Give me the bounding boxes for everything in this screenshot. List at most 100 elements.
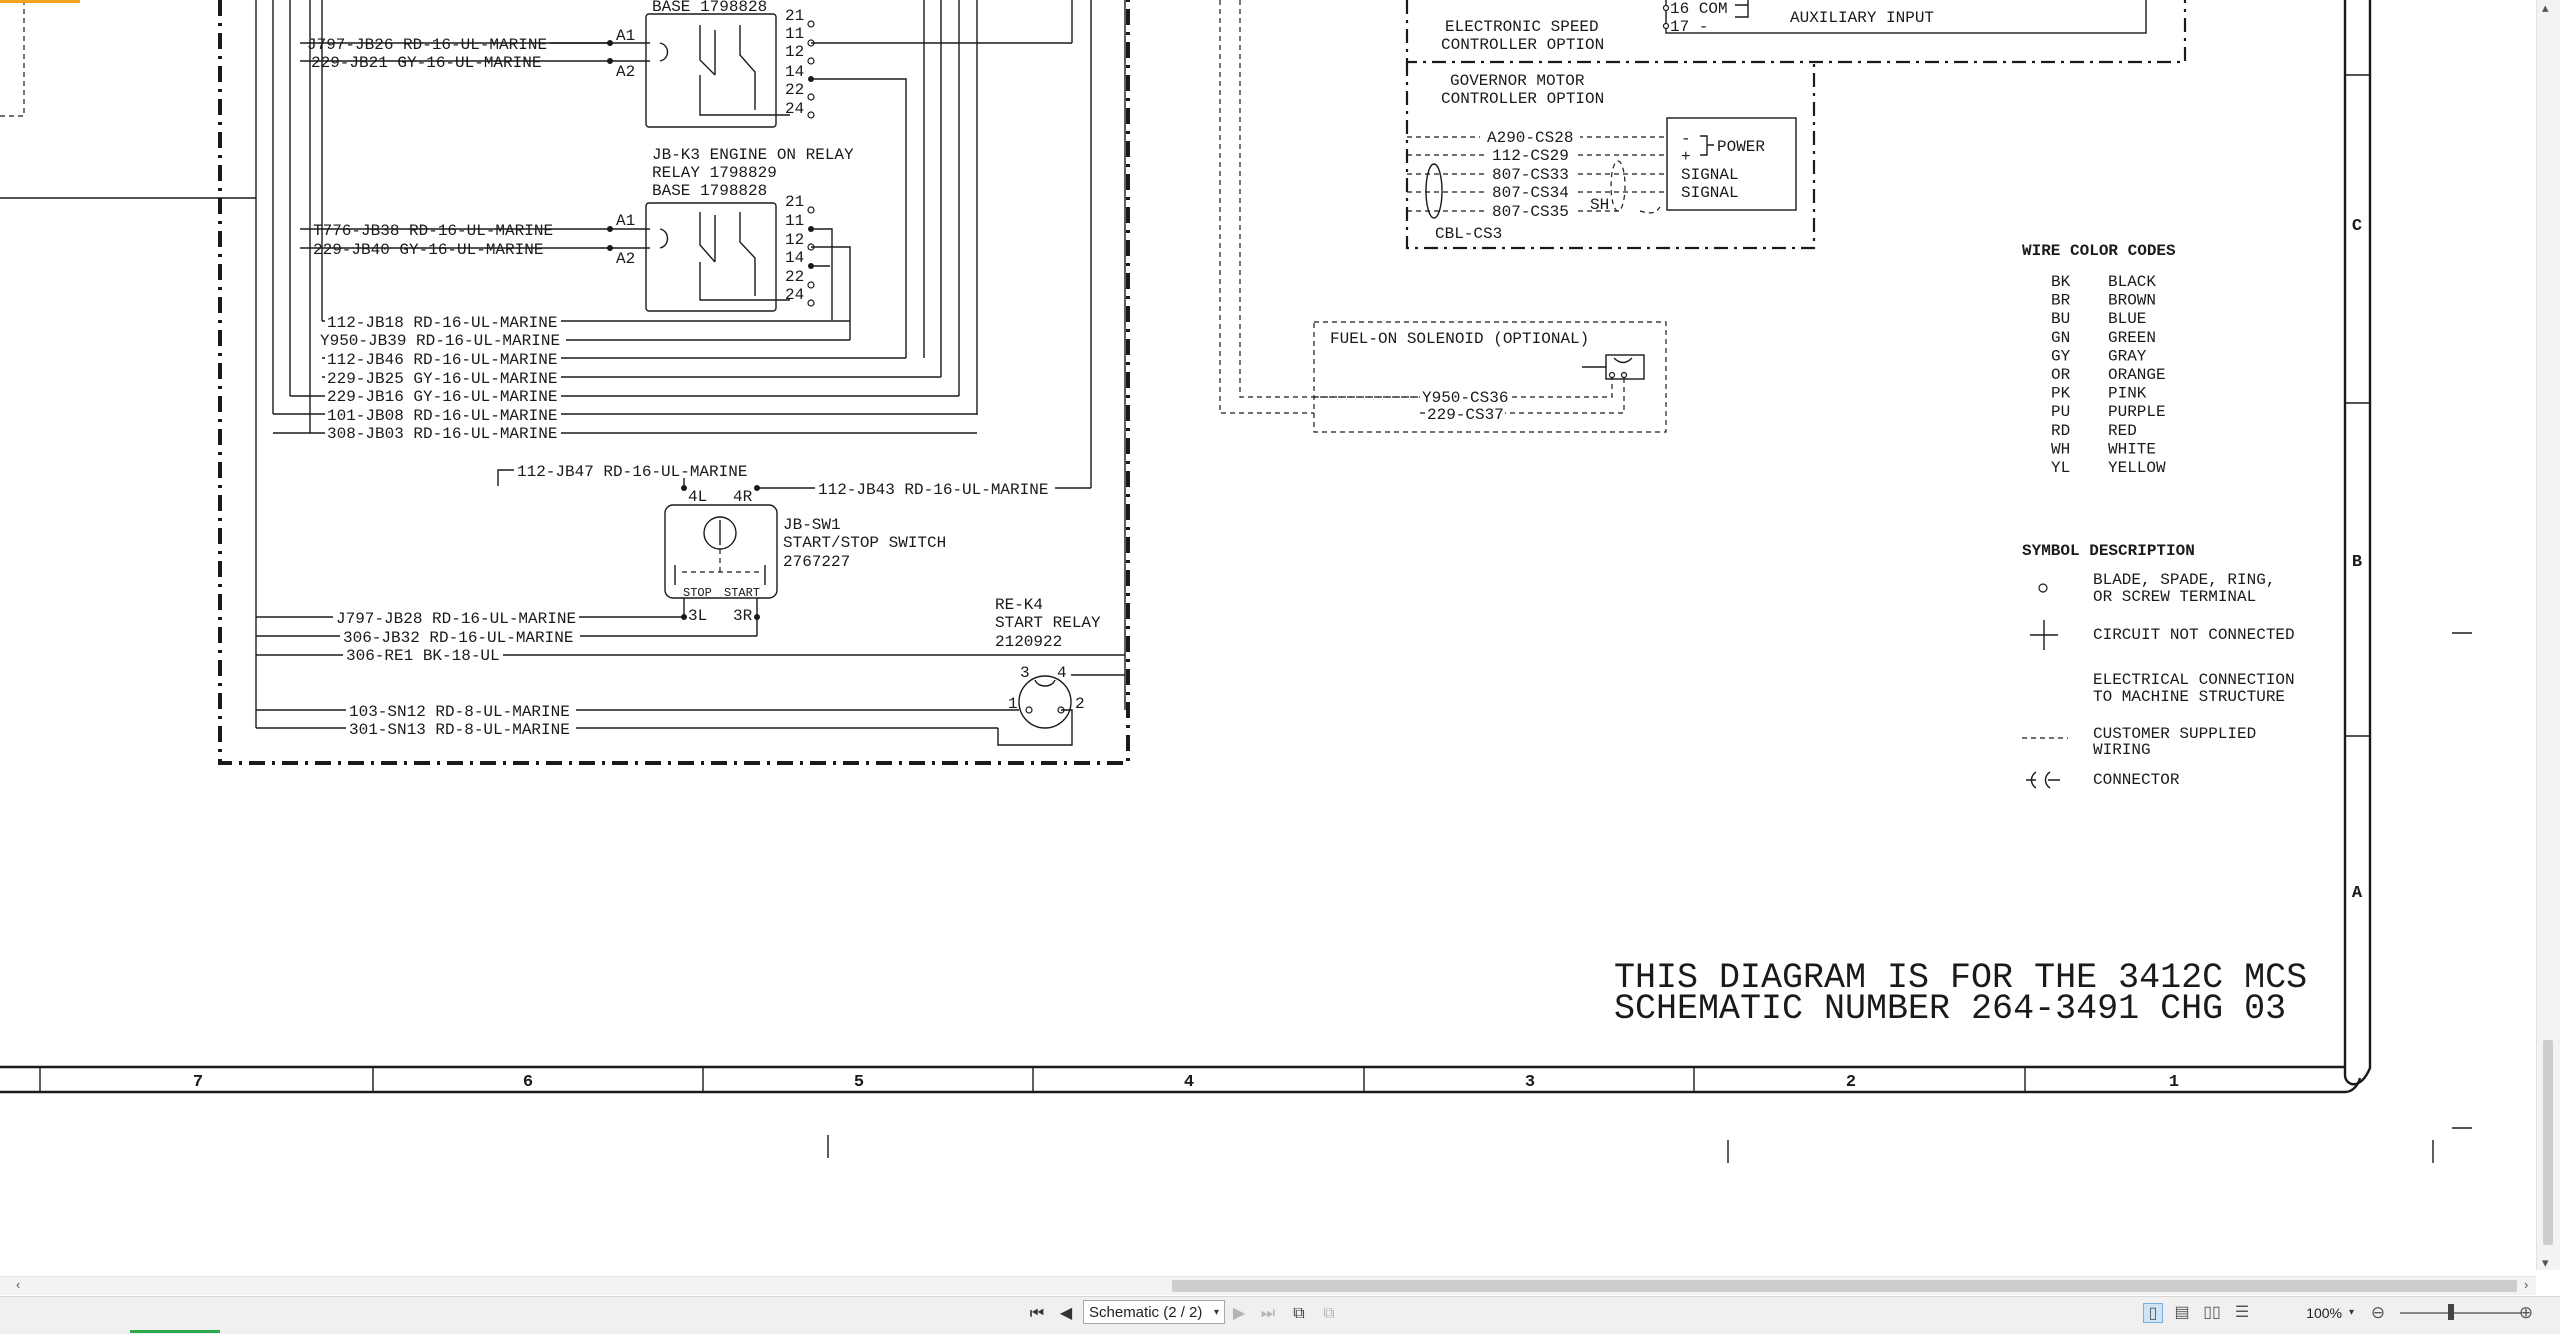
horizontal-scroll-thumb[interactable] [1172, 1280, 2517, 1292]
speed-controller-label: ELECTRONIC SPEED [1445, 18, 1599, 36]
speed-controller-label: CONTROLLER OPTION [1441, 36, 1604, 54]
governor-shield-label: SH [1590, 196, 1609, 214]
row-label: C [2352, 217, 2362, 236]
color-name: BLACK [2108, 273, 2156, 291]
symbol-desc: BLADE, SPADE, RING, [2093, 571, 2275, 589]
next-view-icon[interactable]: ⧉ [1318, 1302, 1340, 1326]
contact-label: 21 [785, 7, 804, 25]
wire-label: 103-SN12 RD-8-UL-MARINE [349, 703, 570, 721]
contact-label: 14 [785, 63, 804, 81]
previous-page-icon[interactable]: ◀ [1055, 1302, 1077, 1326]
last-page-icon[interactable]: ⏭ [1257, 1302, 1279, 1326]
color-code: OR [2051, 366, 2071, 384]
color-name: PURPLE [2108, 403, 2166, 421]
continuous-view-icon[interactable]: ▤ [2172, 1303, 2192, 1323]
zoom-slider-thumb[interactable] [2448, 1304, 2454, 1320]
start-relay-symbol [1018, 675, 1072, 729]
column-label: 5 [854, 1073, 864, 1092]
scroll-right-icon[interactable]: › [2524, 1277, 2528, 1292]
color-code: WH [2051, 440, 2070, 458]
wire-label: 306-RE1 BK-18-UL [346, 647, 500, 665]
wire-label: 229-JB21 GY-16-UL-MARINE [311, 54, 541, 72]
wire-label: 112-JB43 RD-16-UL-MARINE [818, 481, 1048, 499]
contact-label: 21 [785, 193, 804, 211]
two-page-view-icon[interactable]: ▯▯ [2202, 1303, 2222, 1323]
fuel-wire: Y950-CS36 [1422, 389, 1508, 407]
color-code: YL [2051, 459, 2070, 477]
single-page-view-icon[interactable]: ▯ [2143, 1303, 2163, 1323]
next-page-icon[interactable]: ▶ [1228, 1302, 1250, 1326]
coil-pin: A2 [616, 63, 635, 81]
contact-label: 14 [785, 249, 804, 267]
relay-k3-title: JB-K3 ENGINE ON RELAY [652, 146, 854, 164]
chevron-down-icon: ▾ [1213, 1307, 1219, 1318]
zoom-in-icon[interactable]: ⊕ [2516, 1302, 2536, 1324]
color-name: YELLOW [2108, 459, 2166, 477]
governor-wire: A290-CS28 [1487, 129, 1573, 147]
wire-label: 112-JB46 RD-16-UL-MARINE [327, 351, 557, 369]
page-select-value: Schematic (2 / 2) [1089, 1304, 1203, 1321]
zoom-level[interactable]: 100% [2272, 1303, 2342, 1323]
speed-aux-label: AUXILIARY INPUT [1790, 9, 1934, 27]
drawing-border-bottom [0, 1065, 2362, 1094]
switch-name: JB-SW1 [783, 516, 841, 534]
start-stop-switch-symbol [664, 504, 778, 599]
color-code: BK [2051, 273, 2071, 291]
governor-pin: SIGNAL [1681, 184, 1739, 202]
wire-label: 229-JB40 GY-16-UL-MARINE [313, 241, 543, 259]
color-code: BU [2051, 310, 2070, 328]
scroll-up-icon[interactable]: ▴ [2542, 0, 2549, 16]
governor-wire: 112-CS29 [1492, 147, 1569, 165]
contact-label: 12 [785, 231, 804, 249]
contact-label: 22 [785, 81, 804, 99]
switch-desc: START/STOP SWITCH [783, 534, 946, 552]
scroll-down-icon[interactable]: ▾ [2542, 1255, 2549, 1271]
wire-label: 112-JB18 RD-16-UL-MARINE [327, 314, 557, 332]
two-page-continuous-view-icon[interactable]: ☰ [2232, 1303, 2252, 1323]
row-labels: C B A [2352, 217, 2363, 903]
symbol-desc: WIRING [2093, 741, 2151, 759]
schematic-drawing: BASE 1798828 J797-JB26 RD-16-UL-MARINE 2… [0, 0, 2472, 1163]
governor-power-label: POWER [1717, 138, 1765, 156]
column-label: 3 [1525, 1073, 1535, 1092]
color-name: ORANGE [2108, 366, 2166, 384]
page-select[interactable]: Schematic (2 / 2) ▾ [1083, 1300, 1225, 1324]
scroll-left-icon[interactable]: ‹ [16, 1277, 20, 1292]
wire-color-codes-title: WIRE COLOR CODES [2022, 242, 2176, 260]
zoom-slider[interactable] [2400, 1312, 2522, 1314]
wire-label: 306-JB32 RD-16-UL-MARINE [343, 629, 573, 647]
wire-label: 229-JB16 GY-16-UL-MARINE [327, 388, 557, 406]
contact-label: 22 [785, 268, 804, 286]
fuel-solenoid-label: FUEL-ON SOLENOID (OPTIONAL) [1330, 330, 1589, 348]
symbol-desc: ELECTRICAL CONNECTION [2093, 671, 2295, 689]
vertical-scroll-thumb[interactable] [2543, 1040, 2553, 1245]
start-relay-name: RE-K4 [995, 596, 1043, 614]
wire-label: 301-SN13 RD-8-UL-MARINE [349, 721, 570, 739]
color-name: GRAY [2108, 347, 2147, 365]
color-name: RED [2108, 422, 2137, 440]
start-relay-pin: 2 [1075, 695, 1085, 713]
terminal-symbol-icon [2038, 583, 2048, 593]
previous-view-icon[interactable]: ⧉ [1288, 1302, 1310, 1326]
contact-label: 12 [785, 43, 804, 61]
left-partial-box [0, 0, 25, 117]
governor-cable-label: CBL-CS3 [1435, 225, 1502, 243]
diagram-note-line2: SCHEMATIC NUMBER 264-3491 CHG 03 [1614, 989, 2286, 1029]
column-labels: 7 6 5 4 3 2 1 [193, 1073, 2179, 1092]
first-page-icon[interactable]: ⏮ [1026, 1302, 1048, 1326]
switch-start-label: START [724, 586, 760, 600]
wire-label: T776-JB38 RD-16-UL-MARINE [313, 222, 553, 240]
document-viewport[interactable]: BASE 1798828 J797-JB26 RD-16-UL-MARINE 2… [0, 0, 2560, 1333]
contact-label: 24 [785, 286, 804, 304]
coil-pin: A1 [616, 212, 635, 230]
color-code: RD [2051, 422, 2070, 440]
governor-pin: - [1681, 130, 1691, 148]
relay-k3-base: BASE 1798828 [652, 182, 767, 200]
zoom-out-icon[interactable]: ⊖ [2368, 1302, 2388, 1324]
start-relay-part: 2120922 [995, 633, 1062, 651]
zoom-dropdown-icon[interactable]: ▾ [2349, 1303, 2354, 1323]
governor-pin: SIGNAL [1681, 166, 1739, 184]
column-label: 2 [1846, 1073, 1856, 1092]
symbol-desc: CIRCUIT NOT CONNECTED [2093, 626, 2295, 644]
speed-terminal: 17 - [1670, 18, 1708, 36]
